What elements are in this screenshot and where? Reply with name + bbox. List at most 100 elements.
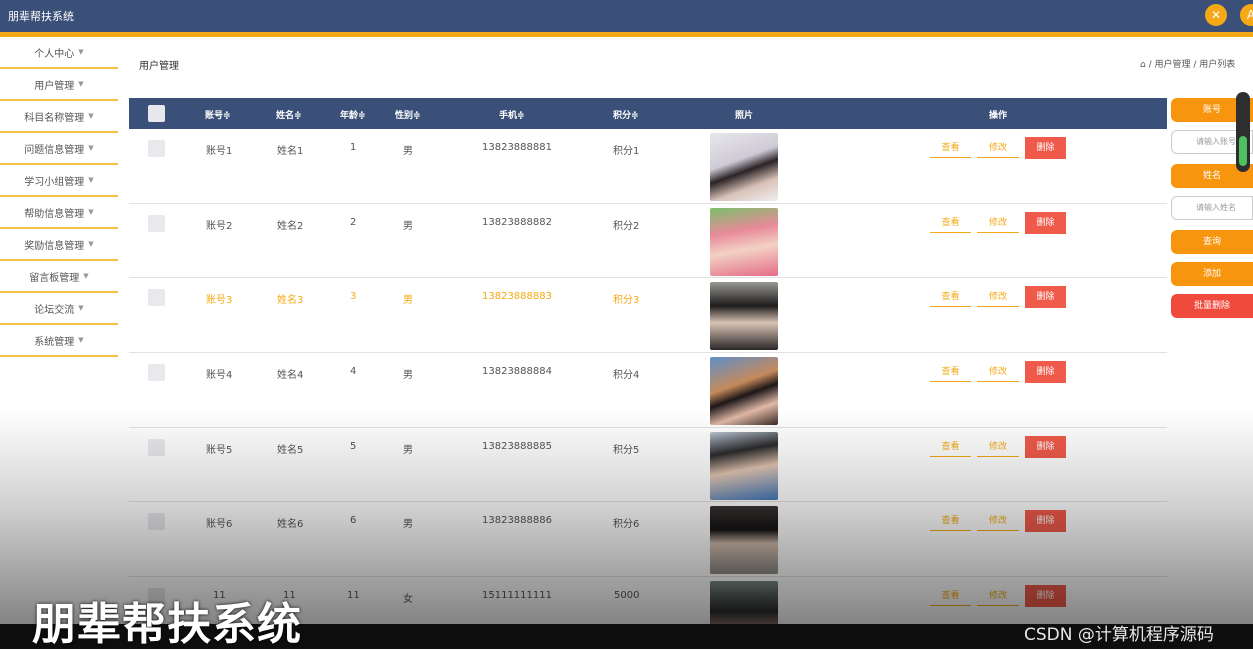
fullscreen-icon[interactable]: ✕ bbox=[1205, 4, 1227, 26]
header-actions: 操作 bbox=[989, 111, 1008, 121]
cell-account: 账号2 bbox=[206, 220, 233, 232]
user-photo bbox=[710, 207, 778, 276]
cell-gender: 男 bbox=[403, 295, 413, 307]
batch-delete-button[interactable]: 批量删除 bbox=[1171, 294, 1253, 318]
sidebar-item-label: 留言板管理 bbox=[29, 272, 80, 284]
edit-button[interactable]: 修改 bbox=[977, 363, 1019, 383]
view-button[interactable]: 查看 bbox=[930, 363, 971, 383]
sidebar-item-rewards[interactable]: 奖励信息管理 ▼ bbox=[0, 229, 118, 261]
sidebar-item-subjects[interactable]: 科目名称管理 ▼ bbox=[0, 101, 118, 133]
sidebar-item-label: 论坛交流 bbox=[34, 304, 75, 316]
row-checkbox[interactable] bbox=[148, 289, 165, 307]
table-row: 账号3 姓名3 3 男 13823888883 积分3 查看 修改 删除 bbox=[129, 278, 1167, 354]
volume-indicator bbox=[1236, 92, 1250, 172]
view-button[interactable]: 查看 bbox=[930, 437, 971, 457]
cell-phone: 13823888884 bbox=[482, 366, 552, 378]
name-search-input[interactable]: 请输入姓名 bbox=[1171, 196, 1253, 220]
header-points[interactable]: 积分≑ bbox=[613, 108, 639, 121]
sidebar-item-label: 科目名称管理 bbox=[24, 112, 85, 124]
cell-name: 姓名1 bbox=[277, 146, 304, 157]
header-account[interactable]: 账号≑ bbox=[205, 108, 231, 121]
cell-phone: 15111111111 bbox=[482, 590, 552, 602]
view-button[interactable]: 查看 bbox=[930, 512, 971, 532]
edit-button[interactable]: 修改 bbox=[977, 139, 1019, 158]
delete-button[interactable]: 删除 bbox=[1025, 435, 1066, 458]
delete-button[interactable]: 删除 bbox=[1025, 510, 1066, 533]
delete-button[interactable]: 删除 bbox=[1025, 585, 1066, 608]
cell-name: 姓名3 bbox=[277, 295, 304, 307]
header-age[interactable]: 年龄≑ bbox=[340, 108, 366, 121]
sidebar-item-label: 用户管理 bbox=[34, 80, 75, 92]
chevron-down-icon: ▼ bbox=[88, 240, 94, 248]
sidebar-item-forum[interactable]: 论坛交流 ▼ bbox=[0, 293, 118, 325]
delete-button[interactable]: 删除 bbox=[1025, 211, 1066, 234]
cell-name: 姓名5 bbox=[277, 444, 304, 456]
sidebar: 个人中心 ▼ 用户管理 ▼ 科目名称管理 ▼ 问题信息管理 ▼ 学习小组管理 ▼ 帮助信息… bbox=[0, 37, 118, 357]
cell-points: 积分2 bbox=[613, 220, 640, 232]
volume-level bbox=[1239, 136, 1247, 166]
edit-button[interactable]: 修改 bbox=[977, 213, 1019, 233]
sidebar-item-questions[interactable]: 问题信息管理 ▼ bbox=[0, 133, 118, 165]
delete-button[interactable]: 删除 bbox=[1025, 137, 1066, 159]
query-button[interactable]: 查询 bbox=[1171, 230, 1253, 254]
view-button[interactable]: 查看 bbox=[930, 213, 971, 233]
cell-gender: 女 bbox=[403, 594, 413, 606]
page-title: 用户管理 bbox=[139, 61, 179, 72]
row-checkbox[interactable] bbox=[148, 140, 165, 157]
cell-phone: 13823888883 bbox=[482, 291, 552, 303]
cell-account: 账号4 bbox=[206, 370, 233, 382]
sidebar-item-label: 奖励信息管理 bbox=[24, 240, 85, 252]
chevron-down-icon: ▼ bbox=[88, 144, 94, 152]
view-button[interactable]: 查看 bbox=[930, 288, 971, 308]
cell-phone: 13823888885 bbox=[482, 440, 552, 452]
sidebar-item-users[interactable]: 用户管理 ▼ bbox=[0, 69, 118, 101]
sidebar-item-profile[interactable]: 个人中心 ▼ bbox=[0, 37, 118, 69]
cell-gender: 男 bbox=[403, 220, 413, 232]
breadcrumb: ⌂ / 用户管理 / 用户列表 bbox=[1140, 60, 1236, 70]
user-photo bbox=[710, 133, 778, 201]
cell-age: 4 bbox=[350, 366, 357, 378]
delete-button[interactable]: 删除 bbox=[1025, 286, 1066, 309]
row-checkbox[interactable] bbox=[148, 364, 165, 382]
header-photo: 照片 bbox=[735, 111, 754, 121]
cell-name: 姓名2 bbox=[277, 220, 304, 232]
table-row: 账号4 姓名4 4 男 13823888884 积分4 查看 修改 删除 bbox=[129, 353, 1167, 428]
sidebar-item-help[interactable]: 帮助信息管理 ▼ bbox=[0, 197, 118, 229]
row-checkbox[interactable] bbox=[148, 438, 165, 456]
sidebar-item-messages[interactable]: 留言板管理 ▼ bbox=[0, 261, 118, 293]
edit-button[interactable]: 修改 bbox=[977, 437, 1019, 457]
cell-age: 3 bbox=[350, 291, 357, 303]
user-avatar-icon[interactable]: A bbox=[1240, 4, 1253, 26]
cell-gender: 男 bbox=[403, 519, 413, 531]
sidebar-item-system[interactable]: 系统管理 ▼ bbox=[0, 325, 118, 357]
cell-points: 积分5 bbox=[613, 444, 640, 456]
cell-name: 姓名4 bbox=[277, 370, 304, 382]
edit-button[interactable]: 修改 bbox=[977, 512, 1019, 532]
cell-age: 2 bbox=[350, 216, 357, 228]
row-checkbox[interactable] bbox=[148, 214, 165, 232]
cell-gender: 男 bbox=[403, 146, 413, 157]
header-phone[interactable]: 手机≑ bbox=[499, 108, 525, 121]
edit-button[interactable]: 修改 bbox=[977, 288, 1019, 308]
user-photo bbox=[710, 581, 778, 624]
header-accent-line bbox=[0, 32, 1253, 37]
header-name[interactable]: 姓名≑ bbox=[276, 108, 302, 121]
view-button[interactable]: 查看 bbox=[930, 139, 971, 158]
sidebar-item-label: 问题信息管理 bbox=[24, 144, 85, 156]
chevron-down-icon: ▼ bbox=[83, 272, 89, 280]
sidebar-item-groups[interactable]: 学习小组管理 ▼ bbox=[0, 165, 118, 197]
chevron-down-icon: ▼ bbox=[78, 80, 84, 88]
header-gender[interactable]: 性别≑ bbox=[395, 108, 421, 121]
add-button[interactable]: 添加 bbox=[1171, 262, 1253, 286]
cell-points: 积分4 bbox=[613, 370, 640, 382]
cell-gender: 男 bbox=[403, 444, 413, 456]
edit-button[interactable]: 修改 bbox=[977, 587, 1019, 607]
watermark-title: 朋辈帮扶系统 bbox=[32, 599, 302, 650]
row-checkbox[interactable] bbox=[148, 513, 165, 531]
sidebar-item-label: 系统管理 bbox=[34, 336, 75, 348]
cell-points: 积分1 bbox=[613, 146, 640, 157]
delete-button[interactable]: 删除 bbox=[1025, 361, 1066, 384]
sidebar-item-label: 帮助信息管理 bbox=[24, 208, 85, 220]
select-all-checkbox[interactable] bbox=[148, 105, 165, 122]
view-button[interactable]: 查看 bbox=[930, 587, 971, 607]
